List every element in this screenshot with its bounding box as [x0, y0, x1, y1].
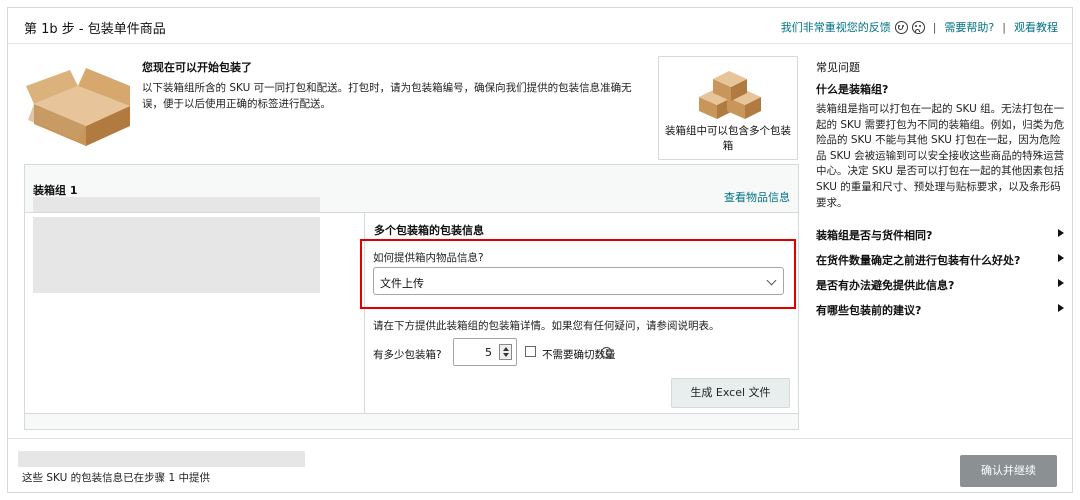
faq-item[interactable]: 在货件数量确定之前进行包装有什么好处? — [816, 252, 1066, 268]
box-detail-instruction: 请在下方提供此装箱组的包装箱详情。如果您有任何疑问，请参阅说明表。 — [373, 320, 720, 332]
caret-right-icon — [1058, 254, 1064, 262]
redacted-image — [33, 217, 320, 293]
box-count-value: 5 — [485, 346, 492, 359]
caret-right-icon — [1058, 279, 1064, 287]
sku-column — [25, 213, 365, 413]
multi-box-caption: 装箱组中可以包含多个包装箱 — [665, 125, 791, 152]
faq-question-pack-group[interactable]: 什么是装箱组? — [816, 81, 888, 97]
open-box-icon — [26, 68, 130, 146]
info-icon[interactable]: i — [601, 347, 612, 358]
tutorial-link[interactable]: 观看教程 — [1014, 19, 1058, 35]
pack-group-header: 装箱组 1 查看物品信息 — [25, 165, 798, 213]
faq-answer-pack-group: 装箱组是指可以打包在一起的 SKU 组。无法打包在一起的 SKU 需要打包为不同… — [816, 103, 1065, 209]
redacted-bar — [18, 451, 305, 467]
caret-right-icon — [1058, 229, 1064, 237]
faq-heading: 常见问题 — [816, 61, 860, 74]
feedback-link[interactable]: 我们非常重视您的反馈 — [781, 19, 891, 35]
header-links: 我们非常重视您的反馈 | 需要帮助? | 观看教程 — [781, 19, 1058, 35]
no-exact-count-checkbox[interactable] — [525, 346, 536, 357]
select-value: 文件上传 — [380, 277, 424, 290]
faq-item-label: 装箱组是否与货件相同? — [816, 229, 933, 242]
pack-group-title: 装箱组 1 — [33, 184, 78, 197]
divider: | — [1002, 20, 1006, 34]
step-header: 第 1b 步 - 包装单件商品 我们非常重视您的反馈 | 需要帮助? | 观看教… — [8, 8, 1072, 44]
multi-box-title: 多个包装箱的包装信息 — [374, 224, 484, 237]
packing-info-column: 多个包装箱的包装信息 如何提供箱内物品信息? 文件上传 请在下方提供此装箱组的包… — [360, 213, 798, 413]
generate-excel-button[interactable]: 生成 Excel 文件 — [671, 378, 790, 408]
multi-box-card: 装箱组中可以包含多个包装箱 — [658, 56, 798, 160]
pack-group-footer — [25, 413, 798, 429]
redacted-bar — [33, 197, 320, 212]
chevron-down-icon — [766, 275, 777, 286]
intro-text: 以下装箱组所含的 SKU 可一同打包和配送。打包时，请为包装箱编号，确保向我们提… — [142, 82, 632, 110]
help-link[interactable]: 需要帮助? — [944, 19, 994, 35]
faq-item-label: 在货件数量确定之前进行包装有什么好处? — [816, 254, 1021, 267]
box-count-label: 有多少包装箱? — [373, 349, 442, 361]
caret-right-icon — [1058, 304, 1064, 312]
page-title: 第 1b 步 - 包装单件商品 — [24, 22, 166, 37]
faq-item[interactable]: 装箱组是否与货件相同? — [816, 227, 1066, 243]
faq-item-label: 有哪些包装前的建议? — [816, 304, 922, 317]
page-footer: 这些 SKU 的包装信息已在步骤 1 中提供 确认并继续 — [8, 438, 1072, 492]
view-items-link[interactable]: 查看物品信息 — [724, 189, 790, 205]
intro-title: 您现在可以开始包装了 — [142, 61, 252, 74]
faq-item-label: 是否有办法避免提供此信息? — [816, 279, 955, 292]
box-content-question: 如何提供箱内物品信息? — [373, 252, 484, 264]
divider: | — [932, 20, 937, 34]
faq-item[interactable]: 是否有办法避免提供此信息? — [816, 277, 1066, 293]
pack-group-panel: 装箱组 1 查看物品信息 多个包装箱的包装信息 如何提供箱内物品信息? 文件上传… — [24, 164, 799, 430]
box-content-method-select[interactable]: 文件上传 — [373, 267, 784, 295]
main-frame: 第 1b 步 - 包装单件商品 我们非常重视您的反馈 | 需要帮助? | 观看教… — [7, 7, 1073, 493]
confirm-continue-button[interactable]: 确认并继续 — [960, 455, 1057, 487]
spin-arrows-icon[interactable] — [499, 344, 512, 360]
happy-face-icon[interactable] — [894, 20, 908, 34]
sad-face-icon[interactable] — [911, 20, 925, 34]
stacked-boxes-icon — [699, 71, 761, 119]
box-count-stepper[interactable]: 5 — [453, 338, 517, 366]
faq-item[interactable]: 有哪些包装前的建议? — [816, 302, 1066, 318]
footer-note: 这些 SKU 的包装信息已在步骤 1 中提供 — [22, 472, 210, 484]
